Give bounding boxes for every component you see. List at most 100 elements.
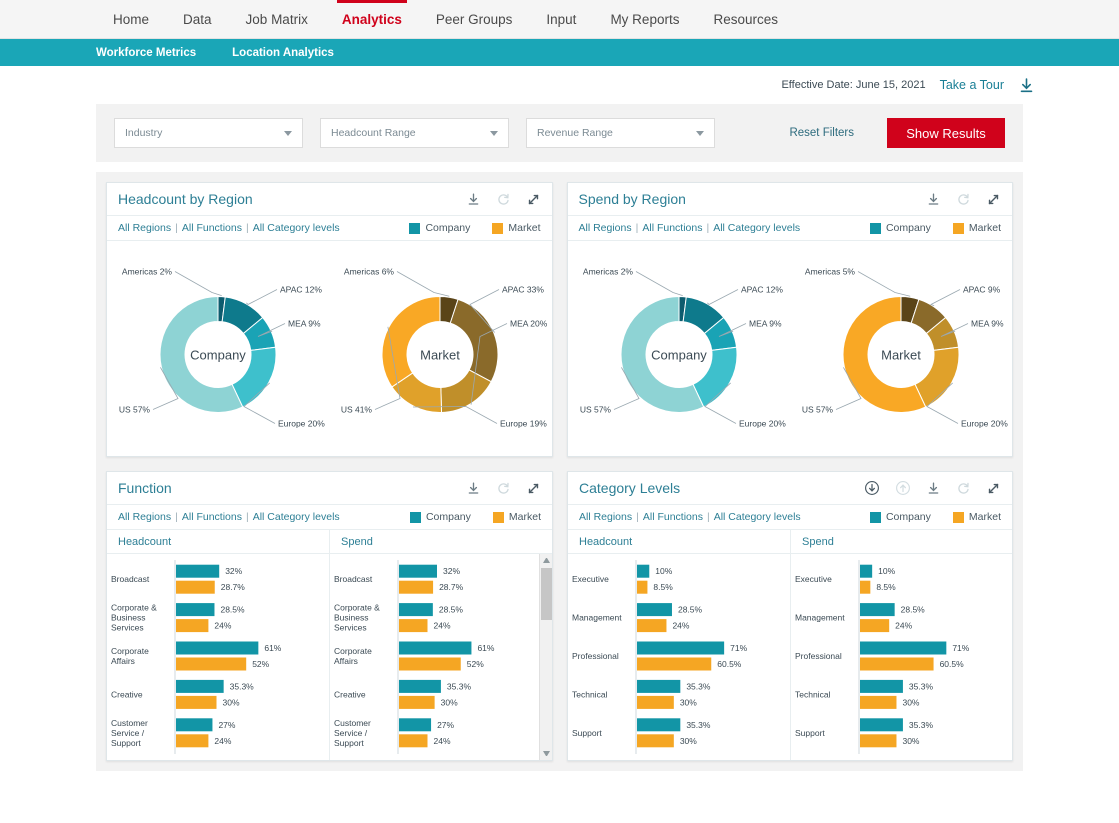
svg-text:30%: 30% [223, 697, 240, 707]
subnav-item-location-analytics[interactable]: Location Analytics [232, 47, 334, 59]
take-a-tour-link[interactable]: Take a Tour [940, 78, 1004, 92]
nav-item-home[interactable]: Home [96, 0, 166, 38]
panel-header: Headcount by Region [107, 183, 552, 216]
svg-text:30%: 30% [902, 697, 919, 707]
svg-text:Corporate: Corporate [334, 646, 372, 656]
scroll-up-icon[interactable] [543, 558, 550, 563]
page-meta-row: Effective Date: June 15, 2021 Take a Tou… [0, 66, 1119, 104]
drill-down-icon[interactable] [864, 480, 880, 496]
svg-text:US 57%: US 57% [119, 405, 151, 415]
expand-icon[interactable] [526, 192, 541, 207]
svg-text:Broadcast: Broadcast [111, 574, 150, 584]
refresh-icon[interactable] [496, 481, 511, 496]
panel-row-top: Headcount by Region All Regions | All Fu… [106, 182, 1013, 457]
expand-icon[interactable] [526, 481, 541, 496]
donut-chart-group: Company Americas 2% APAC 12% MEA 9% Europe 2… [568, 241, 1013, 456]
scroll-down-icon[interactable] [543, 751, 550, 756]
panel-title: Spend by Region [578, 191, 686, 207]
svg-text:APAC 12%: APAC 12% [741, 285, 783, 295]
nav-item-my-reports[interactable]: My Reports [593, 0, 696, 38]
legend-item-market: Market [952, 222, 1001, 234]
show-results-button[interactable]: Show Results [887, 118, 1005, 148]
panel-header: Function [107, 472, 552, 505]
nav-item-resources[interactable]: Resources [696, 0, 795, 38]
nav-item-peer-groups[interactable]: Peer Groups [419, 0, 530, 38]
panel-actions [466, 481, 541, 496]
subnav-item-workforce-metrics[interactable]: Workforce Metrics [96, 47, 196, 59]
legend-item-market: Market [952, 511, 1001, 523]
svg-text:APAC 33%: APAC 33% [502, 285, 544, 295]
download-icon[interactable] [1018, 77, 1035, 94]
breadcrumb-all-regions[interactable]: All Regions [118, 511, 171, 523]
download-icon[interactable] [926, 481, 941, 496]
breadcrumb-all-regions[interactable]: All Regions [118, 222, 171, 234]
breadcrumb-all-functions[interactable]: All Functions [643, 511, 703, 523]
breadcrumb-all-regions[interactable]: All Regions [579, 511, 632, 523]
donut-chart-market: Market Americas 6% APAC 33% MEA 20% Europe 1… [329, 241, 551, 456]
panel-actions [864, 480, 1001, 496]
breadcrumb-separator: | [175, 222, 178, 234]
download-icon[interactable] [926, 192, 941, 207]
reset-filters-link[interactable]: Reset Filters [789, 127, 854, 139]
nav-item-analytics[interactable]: Analytics [325, 0, 419, 38]
breadcrumb-all-regions[interactable]: All Regions [579, 222, 632, 234]
nav-item-data[interactable]: Data [166, 0, 229, 38]
headcount-range-select[interactable]: Headcount Range [320, 118, 509, 148]
breadcrumb-separator: | [636, 511, 639, 523]
svg-text:27%: 27% [218, 720, 235, 730]
svg-text:Support: Support [572, 728, 602, 738]
svg-text:Affairs: Affairs [334, 656, 358, 666]
nav-label: Job Matrix [245, 11, 308, 27]
filter-section: Industry Headcount Range Revenue Range R… [0, 104, 1119, 162]
column-header-spend: Spend [330, 530, 552, 554]
svg-text:24%: 24% [895, 621, 912, 631]
industry-select[interactable]: Industry [114, 118, 303, 148]
legend-swatch-company [869, 511, 881, 523]
svg-text:Executive: Executive [795, 574, 832, 584]
chevron-down-icon [284, 130, 292, 136]
svg-text:30%: 30% [680, 697, 697, 707]
dashboard-grid: Headcount by Region All Regions | All Fu… [0, 162, 1119, 771]
svg-text:APAC 9%: APAC 9% [963, 285, 1001, 295]
expand-icon[interactable] [986, 192, 1001, 207]
legend-swatch-company [409, 222, 421, 234]
breadcrumb-all-functions[interactable]: All Functions [182, 222, 242, 234]
legend-label-market: Market [508, 511, 541, 523]
bar-chart-body: Executive 10% 8.5% Management 28.5% 24% Profes… [791, 554, 1012, 760]
legend-item-market: Market [492, 222, 541, 234]
breadcrumb-all-category-levels[interactable]: All Category levels [714, 511, 801, 523]
breadcrumb-all-category-levels[interactable]: All Category levels [253, 511, 340, 523]
breadcrumb-all-functions[interactable]: All Functions [642, 222, 702, 234]
expand-icon[interactable] [986, 481, 1001, 496]
nav-item-input[interactable]: Input [529, 0, 593, 38]
refresh-icon[interactable] [496, 192, 511, 207]
legend-label-market: Market [968, 222, 1001, 234]
vertical-scrollbar[interactable] [539, 554, 552, 760]
svg-text:60.5%: 60.5% [940, 659, 965, 669]
svg-text:Technical: Technical [795, 689, 831, 699]
bar-chart-body: Broadcast 32% 28.7% Corporate & Business Serv… [330, 554, 552, 760]
breadcrumb-separator: | [635, 222, 639, 234]
breadcrumb-all-category-levels[interactable]: All Category levels [253, 222, 340, 234]
svg-text:MEA 9%: MEA 9% [971, 319, 1004, 329]
scrollbar-thumb[interactable] [541, 568, 552, 620]
download-icon[interactable] [466, 481, 481, 496]
column-header-spend: Spend [791, 530, 1012, 554]
svg-text:Service /: Service / [111, 728, 145, 738]
legend-item-company: Company [869, 222, 931, 234]
refresh-icon[interactable] [956, 192, 971, 207]
breadcrumb-all-category-levels[interactable]: All Category levels [713, 222, 800, 234]
refresh-icon[interactable] [956, 481, 971, 496]
nav-label: Analytics [341, 11, 402, 27]
svg-text:Europe 19%: Europe 19% [500, 419, 547, 429]
chart-legend: Company Market [394, 511, 541, 523]
column-header-headcount: Headcount [107, 530, 329, 554]
donut-chart-company: Company Americas 2% APAC 12% MEA 9% Europe 2… [107, 241, 329, 456]
breadcrumb-all-functions[interactable]: All Functions [182, 511, 242, 523]
breadcrumb-separator: | [706, 222, 710, 234]
download-icon[interactable] [466, 192, 481, 207]
svg-text:Europe 20%: Europe 20% [739, 419, 786, 429]
revenue-range-select[interactable]: Revenue Range [526, 118, 715, 148]
nav-item-job-matrix[interactable]: Job Matrix [229, 0, 325, 38]
drill-up-icon[interactable] [895, 480, 911, 496]
